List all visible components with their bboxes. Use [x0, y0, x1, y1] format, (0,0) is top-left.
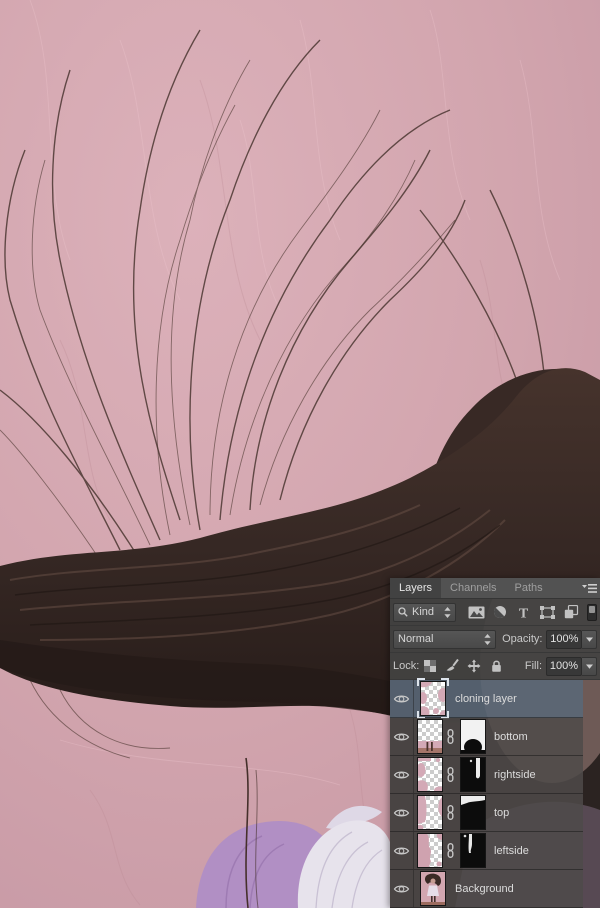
toggle-knob	[589, 605, 596, 613]
fill-label: Fill:	[524, 660, 542, 672]
chevron-down-icon	[585, 664, 593, 669]
filter-adjustment-layers-button[interactable]	[488, 602, 512, 623]
image-icon	[468, 606, 485, 618]
filter-type-layers-button[interactable]: T	[512, 602, 536, 623]
blend-mode-select[interactable]: Normal	[393, 629, 497, 649]
layer-row-leftside[interactable]: leftside	[390, 832, 583, 870]
checkerboard-icon	[424, 660, 437, 672]
panel-menu-icon	[581, 583, 597, 593]
mask-thumbnail[interactable]	[460, 757, 486, 792]
opacity-label: Opacity:	[502, 633, 543, 645]
tab-paths[interactable]: Paths	[506, 578, 552, 598]
layers-panel: Layers Channels Paths Kind T Normal Opac…	[390, 578, 600, 908]
blend-mode-value: Normal	[398, 633, 434, 645]
panel-tab-bar: Layers Channels Paths	[390, 578, 600, 599]
fill-value-field[interactable]: 100%	[546, 656, 582, 676]
opacity-value: 100%	[550, 633, 579, 645]
eye-icon	[393, 733, 410, 740]
visibility-toggle[interactable]	[390, 680, 414, 717]
chain-link-icon	[447, 805, 453, 820]
visibility-toggle[interactable]	[390, 832, 414, 869]
mask-link-toggle[interactable]	[444, 729, 456, 744]
layer-row-top[interactable]: top	[390, 794, 583, 832]
brush-icon	[446, 659, 460, 671]
filter-row: Kind T	[390, 599, 600, 626]
blend-row: Normal Opacity: 100%	[390, 626, 600, 653]
move-icon	[467, 659, 481, 673]
layer-name[interactable]: rightside	[494, 769, 536, 781]
visibility-toggle[interactable]	[390, 756, 414, 793]
visibility-toggle[interactable]	[390, 870, 414, 907]
layer-name[interactable]: cloning layer	[455, 693, 517, 705]
lock-position-button[interactable]	[463, 656, 485, 677]
svg-text:T: T	[519, 606, 529, 619]
shape-icon	[540, 605, 556, 619]
eye-icon	[393, 809, 410, 816]
panel-controls: Kind T Normal Opacity: 100% Lock: Fill: …	[390, 599, 600, 680]
adjustment-icon	[494, 606, 507, 619]
opacity-value-field[interactable]: 100%	[546, 629, 583, 649]
filter-on-off-toggle[interactable]	[587, 603, 598, 621]
eye-icon	[393, 885, 410, 892]
mask-link-toggle[interactable]	[444, 843, 456, 858]
type-icon: T	[519, 606, 529, 619]
lock-label: Lock:	[393, 660, 420, 672]
layer-row-rightside[interactable]: rightside	[390, 756, 583, 794]
mask-thumbnail[interactable]	[460, 719, 486, 754]
layer-thumbnail[interactable]	[417, 719, 443, 754]
layer-row-background[interactable]: Background	[390, 870, 583, 908]
eye-icon	[393, 695, 410, 702]
layer-list: cloning layer bottom rightside top lefts…	[390, 678, 600, 908]
chain-link-icon	[447, 767, 453, 782]
layer-name[interactable]: top	[494, 807, 509, 819]
eye-icon	[393, 847, 410, 854]
layer-thumbnail[interactable]	[417, 833, 443, 868]
opacity-dropdown-button[interactable]	[582, 629, 597, 649]
photoshop-workspace: Layers Channels Paths Kind T Normal Opac…	[0, 0, 600, 908]
tab-bar-spacer	[552, 578, 578, 598]
chain-link-icon	[447, 843, 453, 858]
mask-link-toggle[interactable]	[444, 767, 456, 782]
layer-thumbnail[interactable]	[420, 871, 446, 906]
filter-kind-select[interactable]: Kind	[393, 602, 457, 622]
visibility-toggle[interactable]	[390, 794, 414, 831]
search-icon	[398, 607, 408, 617]
filter-pixel-layers-button[interactable]	[464, 602, 488, 623]
tab-layers[interactable]: Layers	[390, 578, 442, 598]
lock-row: Lock: Fill: 100%	[390, 653, 600, 680]
padlock-icon	[491, 660, 501, 672]
scrollbar-track[interactable]	[583, 680, 600, 908]
mask-link-toggle[interactable]	[444, 805, 456, 820]
spinner-arrows-icon	[444, 606, 451, 618]
mask-thumbnail[interactable]	[460, 795, 486, 830]
lock-all-button[interactable]	[485, 656, 507, 677]
filter-kind-label: Kind	[412, 606, 435, 618]
filter-shape-layers-button[interactable]	[536, 602, 560, 623]
layer-row-bottom[interactable]: bottom	[390, 718, 583, 756]
panel-menu-button[interactable]	[578, 578, 600, 598]
fill-value: 100%	[549, 660, 579, 672]
fill-dropdown-button[interactable]	[582, 656, 597, 676]
tab-channels[interactable]: Channels	[441, 578, 505, 598]
chevron-down-icon	[585, 637, 593, 642]
lock-transparency-button[interactable]	[419, 656, 441, 677]
chain-link-icon	[447, 729, 453, 744]
eye-icon	[393, 771, 410, 778]
layer-thumbnail[interactable]	[417, 757, 443, 792]
smart-object-icon	[564, 605, 579, 619]
mask-thumbnail[interactable]	[460, 833, 486, 868]
spinner-arrows-icon	[484, 633, 491, 645]
layer-name[interactable]: leftside	[494, 845, 529, 857]
layer-thumbnail[interactable]	[417, 795, 443, 830]
lock-pixels-button[interactable]	[441, 656, 463, 677]
layer-thumbnail[interactable]	[417, 678, 449, 719]
layer-row-cloning-layer[interactable]: cloning layer	[390, 678, 583, 719]
visibility-toggle[interactable]	[390, 718, 414, 755]
filter-smart-objects-button[interactable]	[560, 602, 584, 623]
layer-name[interactable]: bottom	[494, 731, 528, 743]
layer-name[interactable]: Background	[455, 883, 514, 895]
